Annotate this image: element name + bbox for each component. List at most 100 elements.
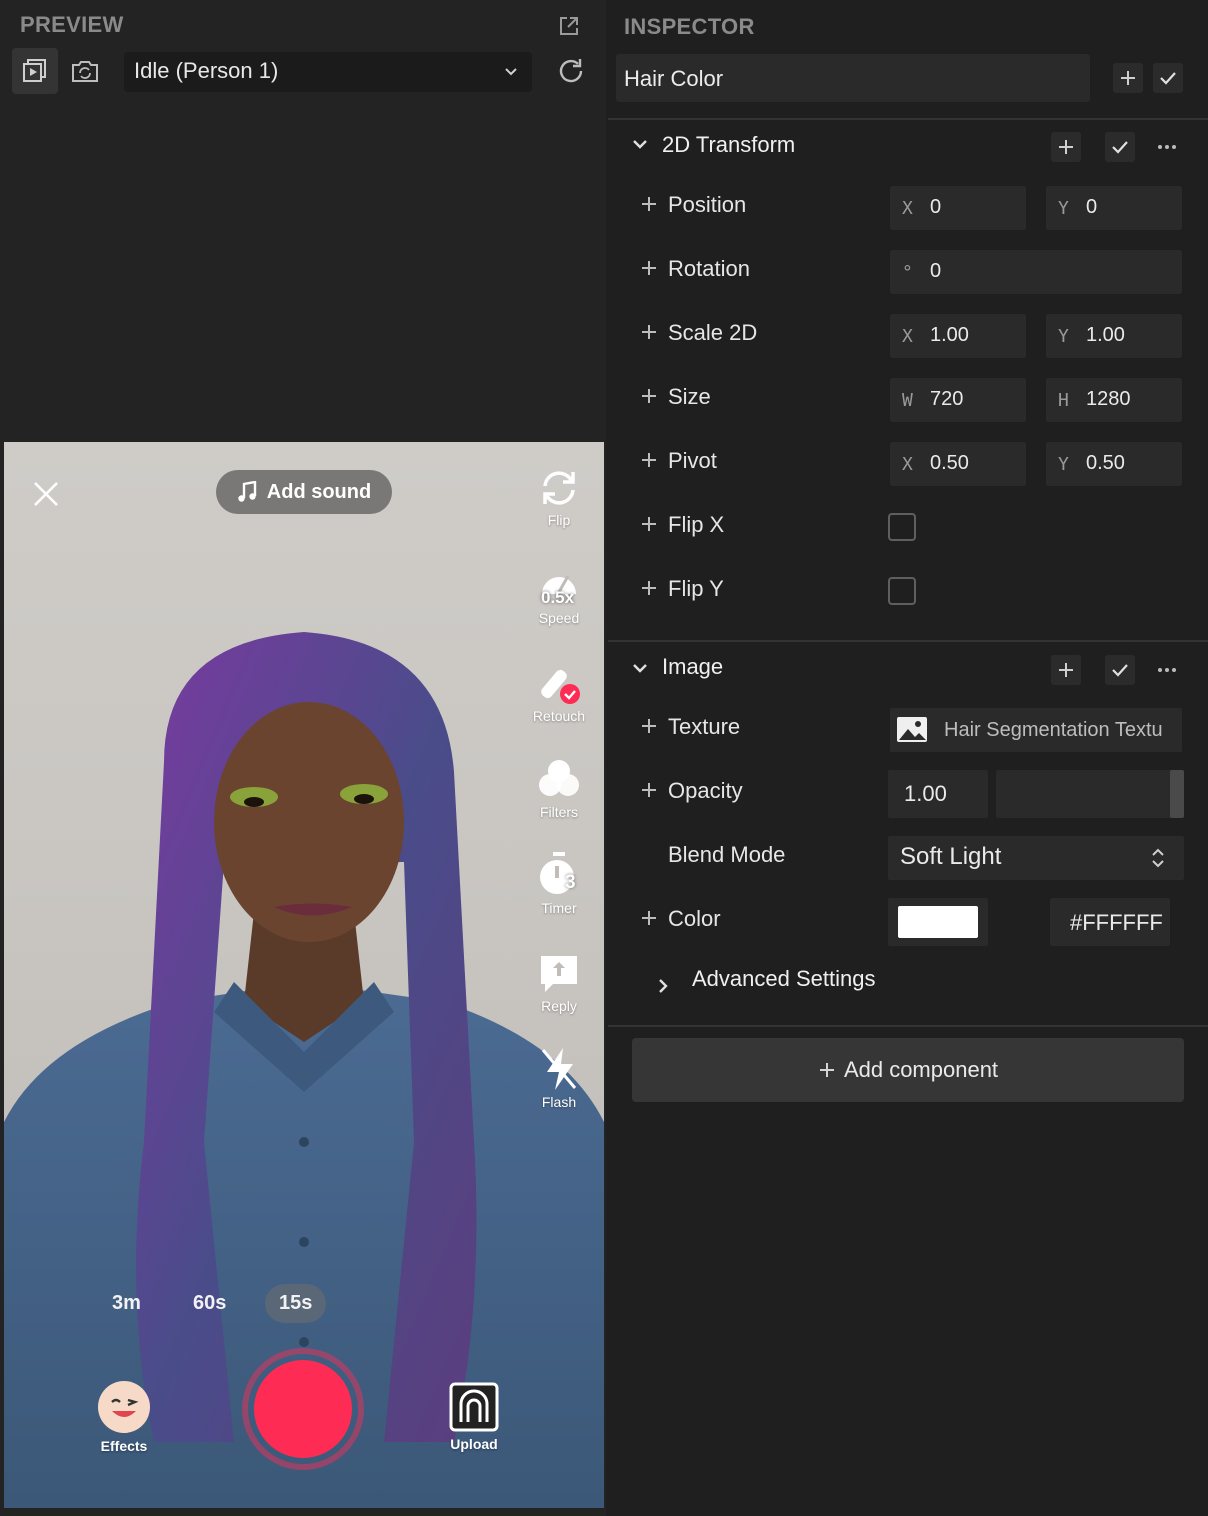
- phone-preview[interactable]: Add sound Flip 0.5x Speed Retouch Filter…: [4, 442, 604, 1508]
- external-link-icon[interactable]: [558, 15, 580, 37]
- speed-label: Speed: [538, 610, 580, 626]
- opacity-slider[interactable]: [996, 770, 1184, 818]
- timer-tool[interactable]: 3 Timer: [519, 852, 599, 916]
- timer-badge: 3: [565, 872, 576, 893]
- pivot-x-field[interactable]: X 0.50: [890, 442, 1026, 486]
- duration-60s[interactable]: 60s: [193, 1292, 226, 1315]
- position-label: Position: [668, 192, 747, 217]
- color-hex-value: #FFFFFF: [1070, 910, 1163, 935]
- plus-icon[interactable]: [640, 909, 658, 927]
- axis-label: Y: [1058, 326, 1069, 347]
- color-label: Color: [668, 906, 721, 931]
- transform-section-title[interactable]: 2D Transform: [662, 132, 795, 158]
- image-section-title[interactable]: Image: [662, 654, 723, 680]
- duration-3m[interactable]: 3m: [112, 1292, 141, 1315]
- more-options-icon[interactable]: [1156, 137, 1178, 157]
- reply-tool[interactable]: Reply: [519, 952, 599, 1014]
- add-component-button[interactable]: Add component: [632, 1038, 1184, 1102]
- transform-add-button[interactable]: [1051, 132, 1081, 162]
- plus-icon[interactable]: [640, 515, 658, 533]
- more-options-icon[interactable]: [1156, 660, 1178, 680]
- color-hex-field[interactable]: #FFFFFF: [1050, 898, 1170, 946]
- filters-tool[interactable]: Filters: [519, 758, 599, 820]
- flip-x-label: Flip X: [668, 512, 725, 537]
- plus-icon[interactable]: [640, 781, 658, 799]
- object-enabled-toggle[interactable]: [1153, 63, 1183, 93]
- position-y-value: 0: [1086, 196, 1098, 218]
- flip-x-checkbox[interactable]: [888, 513, 916, 541]
- plus-icon[interactable]: [640, 323, 658, 341]
- chevron-down-icon[interactable]: [632, 660, 648, 676]
- reply-icon: [541, 956, 577, 992]
- rotation-field[interactable]: ° 0: [890, 250, 1182, 294]
- music-note-icon: [238, 481, 256, 502]
- position-row: Position X 0 Y 0: [640, 186, 1200, 230]
- upload-button[interactable]: Upload: [434, 1382, 514, 1452]
- axis-label: Y: [1058, 454, 1069, 475]
- pivot-y-field[interactable]: Y 0.50: [1046, 442, 1182, 486]
- object-name-field[interactable]: Hair Color: [616, 54, 1090, 102]
- texture-label: Texture: [668, 714, 741, 739]
- size-w-field[interactable]: W 720: [890, 378, 1026, 422]
- color-swatch-field[interactable]: [888, 898, 988, 946]
- color-swatch[interactable]: [898, 906, 978, 938]
- plus-icon: [1059, 140, 1073, 154]
- reply-label: Reply: [541, 998, 577, 1014]
- preview-state-dropdown[interactable]: Idle (Person 1): [124, 52, 532, 92]
- texture-field[interactable]: Hair Segmentation Textu: [890, 708, 1182, 752]
- simulator-view-button[interactable]: [12, 48, 58, 94]
- advanced-settings-toggle[interactable]: Advanced Settings: [656, 966, 956, 1010]
- upload-gallery-icon: [449, 1382, 499, 1432]
- record-button[interactable]: [242, 1348, 364, 1470]
- transform-enabled-toggle[interactable]: [1105, 132, 1135, 162]
- axis-label: X: [902, 198, 913, 219]
- image-icon: [897, 717, 927, 742]
- add-sound-button[interactable]: Add sound: [216, 470, 392, 514]
- size-h-field[interactable]: H 1280: [1046, 378, 1182, 422]
- inspector-panel: INSPECTOR Hair Color 2D Transform Positi…: [608, 0, 1208, 1516]
- slider-handle[interactable]: [1170, 770, 1184, 818]
- image-add-button[interactable]: [1051, 655, 1081, 685]
- flash-tool[interactable]: Flash: [519, 1046, 599, 1110]
- close-icon[interactable]: [32, 480, 60, 508]
- blend-mode-value: Soft Light: [900, 843, 1002, 870]
- filters-label: Filters: [539, 804, 579, 820]
- scale-y-value: 1.00: [1086, 324, 1125, 346]
- pivot-x-value: 0.50: [930, 452, 969, 474]
- scale-y-field[interactable]: Y 1.00: [1046, 314, 1182, 358]
- opacity-field[interactable]: 1.00: [888, 770, 988, 818]
- position-y-field[interactable]: Y 0: [1046, 186, 1182, 230]
- position-x-value: 0: [930, 196, 942, 218]
- image-enabled-toggle[interactable]: [1105, 655, 1135, 685]
- axis-label: X: [902, 454, 913, 475]
- effects-button[interactable]: Effects: [84, 1380, 164, 1454]
- opacity-label: Opacity: [668, 778, 743, 803]
- plus-icon[interactable]: [640, 259, 658, 277]
- add-object-button[interactable]: [1113, 63, 1143, 93]
- duration-15s[interactable]: 15s: [265, 1284, 327, 1323]
- speed-tool[interactable]: 0.5x Speed: [519, 564, 599, 626]
- camera-mode-button[interactable]: [62, 48, 108, 94]
- plus-icon[interactable]: [640, 387, 658, 405]
- upload-label: Upload: [450, 1436, 498, 1452]
- chevron-down-icon[interactable]: [632, 136, 648, 152]
- plus-icon[interactable]: [640, 195, 658, 213]
- opacity-row: Opacity 1.00: [640, 770, 1200, 818]
- effects-label: Effects: [100, 1438, 148, 1454]
- flip-y-checkbox[interactable]: [888, 577, 916, 605]
- retouch-tool[interactable]: Retouch: [519, 662, 599, 724]
- plus-icon: [1059, 663, 1073, 677]
- size-row: Size W 720 H 1280: [640, 378, 1200, 422]
- plus-icon[interactable]: [640, 579, 658, 597]
- effects-face-icon: [98, 1381, 150, 1433]
- axis-label: X: [902, 326, 913, 347]
- flip-tool[interactable]: Flip: [519, 468, 599, 528]
- plus-icon: [1121, 71, 1135, 85]
- scale-row: Scale 2D X 1.00 Y 1.00: [640, 314, 1200, 358]
- scale-x-field[interactable]: X 1.00: [890, 314, 1026, 358]
- plus-icon[interactable]: [640, 717, 658, 735]
- blend-mode-select[interactable]: Soft Light: [888, 836, 1184, 880]
- position-x-field[interactable]: X 0: [890, 186, 1026, 230]
- refresh-icon[interactable]: [556, 56, 586, 86]
- plus-icon[interactable]: [640, 451, 658, 469]
